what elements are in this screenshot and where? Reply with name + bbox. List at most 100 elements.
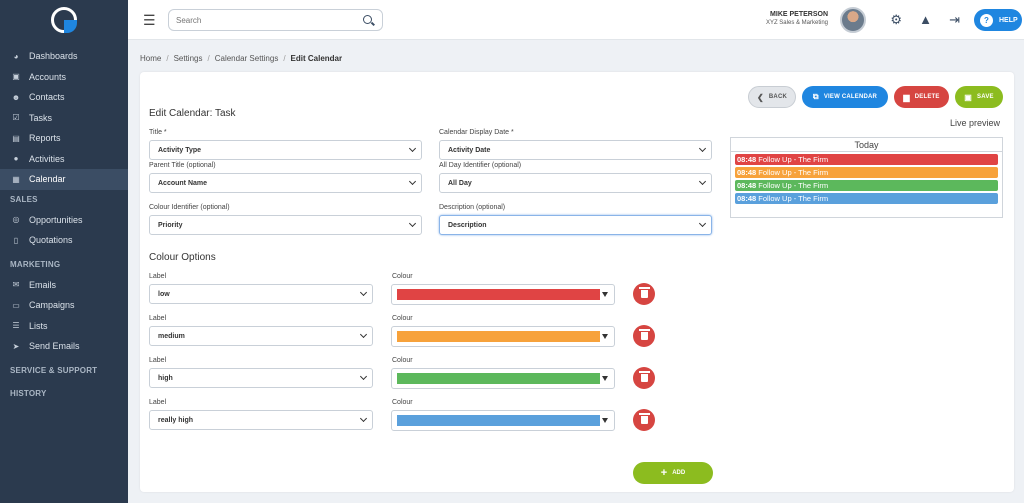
trash-icon (638, 287, 650, 298)
preview-event-time: 08:48 (737, 180, 757, 190)
add-colour-button[interactable]: + ADD (633, 462, 713, 484)
breadcrumb: Home / Settings / Calendar Settings / Ed… (140, 54, 342, 63)
save-button[interactable]: ▣ SAVE (955, 86, 1003, 108)
delete-colour-row-button[interactable] (633, 283, 655, 305)
parent-title-select[interactable]: Account Name (149, 173, 422, 193)
hamburger-menu-icon[interactable]: ☰ (143, 12, 156, 29)
sidebar-section-service[interactable]: SERVICE & SUPPORT (0, 361, 128, 381)
sidebar-item-contacts[interactable]: ☻ Contacts (0, 87, 128, 108)
label-caption: Label (149, 273, 167, 280)
delete-colour-row-button[interactable] (633, 409, 655, 431)
users-icon: ☻ (11, 92, 21, 102)
chevron-down-icon (698, 177, 707, 186)
all-day-label: All Day Identifier (optional) (439, 162, 522, 169)
view-calendar-button[interactable]: ⧉ VIEW CALENDAR (802, 86, 888, 108)
settings-gear-icon[interactable]: ⚙ (890, 12, 902, 28)
sidebar-item-campaigns[interactable]: ▭ Campaigns (0, 295, 128, 316)
sidebar-section-marketing: MARKETING (10, 260, 61, 269)
sidebar-item-activities[interactable]: ● Activities (0, 149, 128, 170)
sidebar-item-lists[interactable]: ☰ Lists (0, 316, 128, 337)
building-icon: ▣ (12, 72, 20, 82)
colour-row-label-value: medium (158, 332, 185, 340)
sidebar-item-quotations[interactable]: ▯ Quotations (0, 230, 128, 251)
sidebar-item-calendar[interactable]: ▦ Calendar (0, 169, 128, 190)
breadcrumb-home[interactable]: Home (140, 54, 161, 63)
top-bar: ☰ MIKE PETERSON XYZ Sales & Marketing ⚙ … (128, 0, 1024, 40)
preview-event[interactable]: 08:48 Follow Up - The Firm (735, 166, 998, 178)
caret-down-icon (602, 376, 608, 381)
bell-icon[interactable]: ▲ (919, 12, 932, 27)
checkbox-icon: ☑ (12, 113, 20, 123)
colour-row-label-select[interactable]: really high (149, 410, 373, 430)
colour-caption: Colour (392, 315, 413, 322)
chevron-down-icon (408, 177, 417, 186)
preview-today-header: Today (731, 138, 1002, 152)
live-preview-label: Live preview (950, 118, 1001, 128)
sidebar-item-emails[interactable]: ✉ Emails (0, 275, 128, 296)
colour-row-label-select[interactable]: high (149, 368, 373, 388)
back-button[interactable]: ❮ BACK (748, 86, 796, 108)
breadcrumb-settings[interactable]: Settings (174, 54, 203, 63)
chevron-down-icon (359, 414, 368, 423)
colour-picker-select[interactable] (391, 368, 615, 389)
preview-event[interactable]: 08:48 Follow Up - The Firm (735, 153, 998, 165)
preview-event[interactable]: 08:48 Follow Up - The Firm (735, 179, 998, 191)
description-label: Description (optional) (439, 204, 506, 211)
colour-row-label-value: high (158, 374, 173, 382)
colour-swatch (397, 415, 600, 426)
sidebar-item-send-emails[interactable]: ➤ Send Emails (0, 336, 128, 357)
display-date-select[interactable]: Activity Date (439, 140, 712, 160)
preview-event[interactable]: 08:48 Follow Up - The Firm (735, 192, 998, 204)
colour-row-label-select[interactable]: medium (149, 326, 373, 346)
colour-picker-select[interactable] (391, 326, 615, 347)
all-day-select[interactable]: All Day (439, 173, 712, 193)
view-calendar-label: VIEW CALENDAR (823, 94, 878, 100)
search-icon[interactable] (363, 15, 372, 24)
colour-row-label-select[interactable]: low (149, 284, 373, 304)
trash-icon: ▆ (903, 92, 910, 102)
sidebar-section-history[interactable]: HISTORY (0, 384, 128, 404)
sidebar-item-label: Calendar (29, 174, 66, 185)
sidebar-item-dashboards[interactable]: ◕ Dashboards (0, 46, 128, 67)
sidebar-item-opportunities[interactable]: ◎ Opportunities (0, 210, 128, 231)
parent-title-label: Parent Title (optional) (149, 162, 216, 169)
sidebar-item-label: Lists (29, 320, 48, 331)
chevron-down-icon (359, 372, 368, 381)
breadcrumb-calendar-settings[interactable]: Calendar Settings (215, 54, 279, 63)
sidebar-item-tasks[interactable]: ☑ Tasks (0, 108, 128, 129)
breadcrumb-current: Edit Calendar (290, 54, 343, 63)
display-date-label: Calendar Display Date * (439, 129, 514, 136)
sidebar-item-reports[interactable]: ▤ Reports (0, 128, 128, 149)
lightbulb-icon: ◎ (12, 215, 20, 225)
page-title: Edit Calendar: Task (149, 108, 236, 119)
title-select[interactable]: Activity Type (149, 140, 422, 160)
trash-icon (638, 329, 650, 340)
colour-row-label-value: low (158, 290, 170, 298)
colour-picker-select[interactable] (391, 410, 615, 431)
colour-row-label-value: really high (158, 416, 194, 424)
save-label: SAVE (977, 94, 994, 100)
logout-icon[interactable]: ⇥ (949, 12, 960, 28)
delete-colour-row-button[interactable] (633, 325, 655, 347)
app-logo[interactable] (0, 0, 128, 40)
colour-caption: Colour (392, 357, 413, 364)
delete-colour-row-button[interactable] (633, 367, 655, 389)
calendar-icon: ▦ (12, 174, 20, 184)
description-select[interactable]: Description (439, 215, 712, 235)
search-input[interactable] (169, 10, 349, 31)
colour-picker-select[interactable] (391, 284, 615, 305)
colour-identifier-select[interactable]: Priority (149, 215, 422, 235)
sidebar-item-accounts[interactable]: ▣ Accounts (0, 67, 128, 88)
help-button[interactable]: ? HELP (974, 9, 1022, 31)
logo-icon (51, 7, 77, 33)
avatar[interactable] (840, 7, 866, 33)
description-select-value: Description (448, 221, 487, 229)
caret-down-icon (602, 334, 608, 339)
all-day-select-value: All Day (448, 179, 472, 187)
colour-identifier-select-value: Priority (158, 221, 183, 229)
edit-calendar-card: ❮ BACK ⧉ VIEW CALENDAR ▆ DELETE ▣ SAVE E… (140, 72, 1014, 492)
colour-swatch (397, 373, 600, 384)
delete-button[interactable]: ▆ DELETE (894, 86, 949, 108)
colour-identifier-label: Colour Identifier (optional) (149, 204, 230, 211)
chevron-down-icon (359, 288, 368, 297)
